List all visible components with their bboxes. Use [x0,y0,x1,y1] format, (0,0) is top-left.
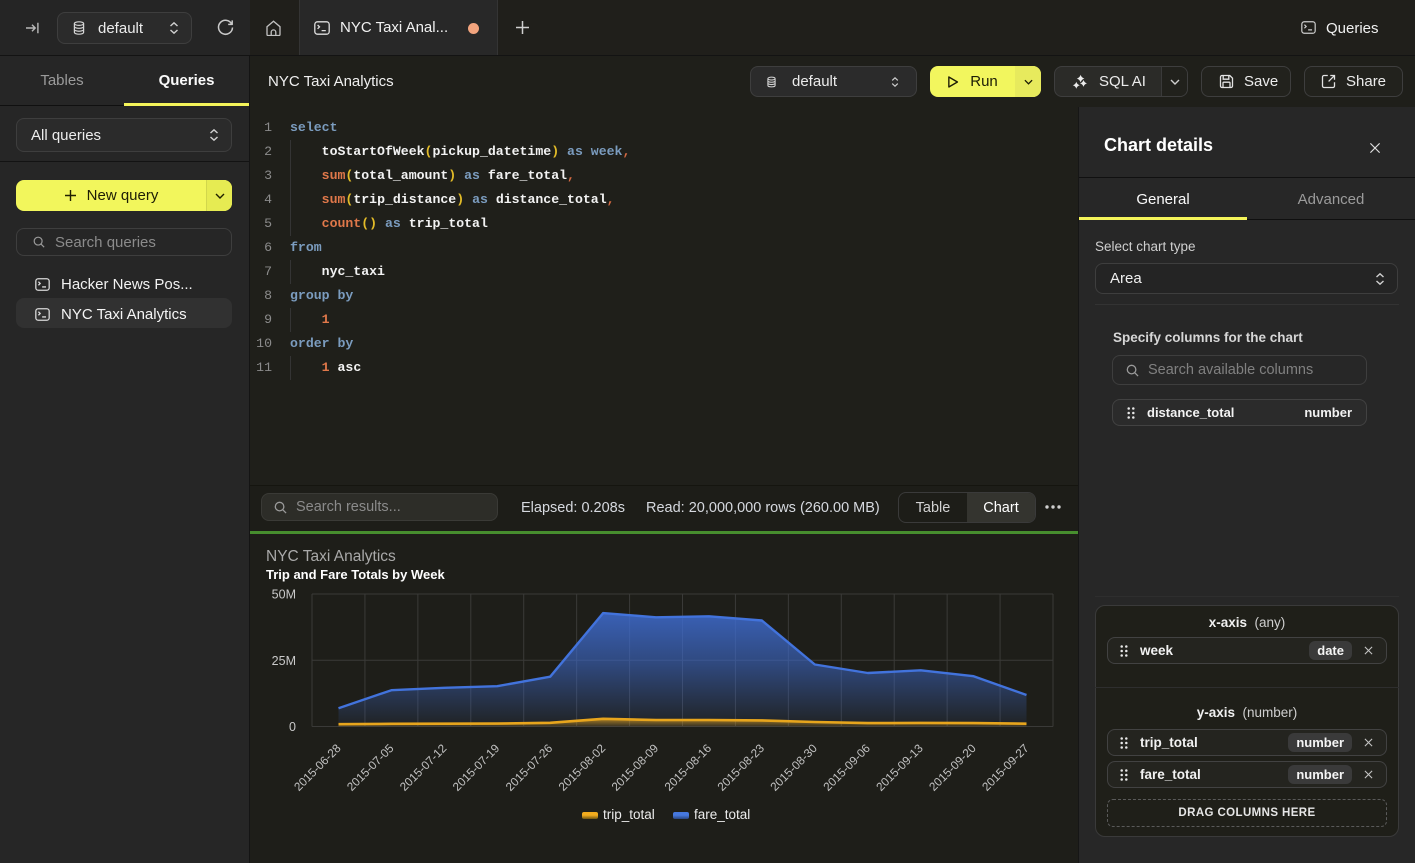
svg-text:2015-09-20: 2015-09-20 [926,741,979,794]
svg-text:2015-07-12: 2015-07-12 [397,741,450,794]
svg-text:2015-08-30: 2015-08-30 [767,741,820,794]
svg-text:2015-07-19: 2015-07-19 [450,741,503,794]
svg-text:2015-08-16: 2015-08-16 [662,741,715,794]
svg-text:25M: 25M [272,654,296,668]
svg-text:2015-08-09: 2015-08-09 [609,741,662,794]
svg-text:2015-09-13: 2015-09-13 [873,741,926,794]
svg-text:2015-08-23: 2015-08-23 [714,741,767,794]
svg-text:2015-07-26: 2015-07-26 [503,741,556,794]
svg-text:0: 0 [289,720,296,734]
svg-text:2015-09-27: 2015-09-27 [979,741,1032,794]
svg-text:2015-07-05: 2015-07-05 [344,741,397,794]
svg-text:2015-09-06: 2015-09-06 [820,741,873,794]
svg-text:2015-08-02: 2015-08-02 [556,741,609,794]
svg-text:50M: 50M [272,588,296,602]
svg-text:2015-06-28: 2015-06-28 [291,741,344,794]
